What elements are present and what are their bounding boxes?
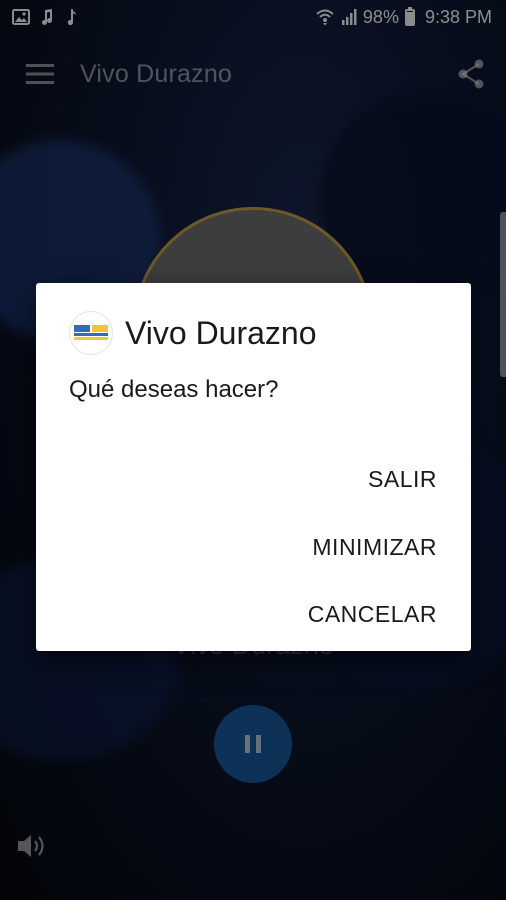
dialog-title: Vivo Durazno (125, 314, 317, 351)
app-logo-icon (69, 311, 113, 355)
dialog-header: Vivo Durazno (69, 311, 317, 355)
exit-button[interactable]: SALIR (368, 466, 437, 493)
cancel-button[interactable]: CANCELAR (308, 601, 437, 628)
app-screen: 98% 9:38 PM Vivo Durazno Vivo Durazno Vi… (0, 0, 506, 900)
exit-dialog: Vivo Durazno Qué deseas hacer? SALIR MIN… (36, 283, 471, 651)
minimize-button[interactable]: MINIMIZAR (312, 534, 437, 561)
dialog-message: Qué deseas hacer? (69, 376, 279, 403)
